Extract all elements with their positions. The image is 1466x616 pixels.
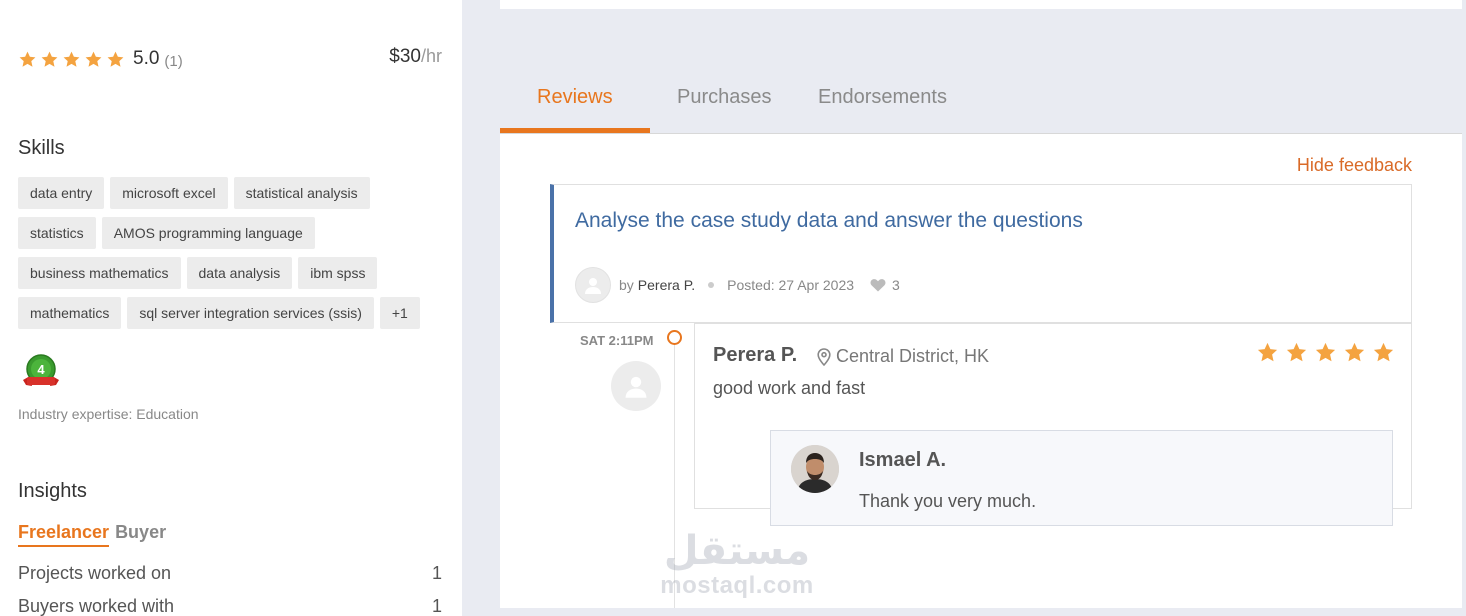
- skill-tag[interactable]: business mathematics: [18, 257, 181, 289]
- location-text: Central District, HK: [836, 346, 990, 366]
- skills-heading: Skills: [18, 137, 65, 159]
- skill-tag[interactable]: mathematics: [18, 297, 122, 329]
- avatar[interactable]: [575, 267, 611, 303]
- skills-list: data entry microsoft excel statistical a…: [18, 177, 438, 329]
- skill-tag[interactable]: statistical analysis: [233, 177, 370, 209]
- watermark-arabic: مستقل: [663, 528, 811, 574]
- top-card: [500, 0, 1462, 9]
- star-icon: [19, 51, 36, 67]
- profile-tabs: Reviews Purchases Endorsements: [500, 70, 1462, 134]
- insight-row: Projects worked on 1: [18, 563, 442, 584]
- tab-freelancer[interactable]: Freelancer: [18, 522, 110, 547]
- reply-text: Thank you very much.: [859, 491, 1037, 511]
- skill-tag[interactable]: sql server integration services (ssis): [127, 297, 374, 329]
- tab-reviews[interactable]: Reviews: [537, 86, 613, 109]
- star-icon: [107, 51, 124, 67]
- star-icon: [41, 51, 58, 67]
- watermark-latin: mostaql.com: [660, 572, 814, 599]
- profile-sidebar: 5.0 (1) $30/hr Skills data entry microso…: [0, 0, 462, 616]
- watermark-logo: مستقل mostaql.com: [652, 530, 822, 604]
- hourly-rate: $30/hr: [389, 46, 442, 68]
- posted-date: Posted: 27 Apr 2023: [727, 277, 855, 293]
- tab-endorsements[interactable]: Endorsements: [818, 86, 947, 109]
- badge-number: 4: [37, 362, 45, 377]
- heart-icon[interactable]: [870, 278, 886, 292]
- star-icon: [1286, 342, 1307, 362]
- star-icon: [1257, 342, 1278, 362]
- user-photo-icon: [791, 445, 839, 493]
- reviewer-name[interactable]: Perera P.: [713, 344, 797, 367]
- skill-tag[interactable]: AMOS programming language: [101, 217, 315, 249]
- like-count: 3: [892, 277, 900, 293]
- insight-row: Buyers worked with 1: [18, 596, 442, 616]
- location-pin-icon: [817, 347, 831, 366]
- skill-tag[interactable]: data entry: [18, 177, 105, 209]
- separator-dot: [708, 282, 715, 288]
- insight-tabs: Freelancer Buyer: [18, 522, 166, 547]
- project-card: Analyse the case study data and answer t…: [550, 184, 1412, 323]
- project-title-link[interactable]: Analyse the case study data and answer t…: [575, 209, 1083, 233]
- skill-tag[interactable]: ibm spss: [298, 257, 378, 289]
- rate-unit: /hr: [420, 46, 442, 66]
- active-tab-indicator: [500, 128, 650, 133]
- tab-purchases[interactable]: Purchases: [677, 86, 772, 109]
- review-stars: [1256, 341, 1395, 364]
- industry-expertise: Industry expertise: Education: [18, 406, 199, 422]
- avatar[interactable]: [791, 445, 839, 493]
- by-prefix: by: [619, 277, 634, 293]
- rating-stars: [18, 50, 125, 69]
- more-skills-button[interactable]: +1: [379, 297, 420, 329]
- review-time: SAT 2:11PM: [580, 333, 654, 348]
- project-meta: by Perera P. Posted: 27 Apr 2023 3: [575, 267, 900, 303]
- skill-tag[interactable]: statistics: [18, 217, 96, 249]
- skill-tag[interactable]: data analysis: [186, 257, 293, 289]
- star-icon: [1373, 342, 1394, 362]
- tab-buyer[interactable]: Buyer: [115, 522, 166, 547]
- review-text: good work and fast: [713, 378, 866, 398]
- user-icon: [625, 376, 647, 398]
- rating-value: 5.0: [133, 48, 160, 69]
- reply-card: Ismael A. Thank you very much.: [770, 430, 1393, 526]
- user-icon: [585, 278, 601, 294]
- star-icon: [1344, 342, 1365, 362]
- skill-tag[interactable]: microsoft excel: [110, 177, 228, 209]
- reviewer-avatar[interactable]: [611, 361, 661, 411]
- reply-author[interactable]: Ismael A.: [859, 449, 946, 472]
- reviewer-location: Central District, HK: [817, 346, 989, 367]
- star-icon: [1315, 342, 1336, 362]
- insight-value: 1: [431, 596, 442, 616]
- author-link[interactable]: Perera P.: [638, 277, 695, 293]
- award-badge-icon: 4: [23, 354, 59, 386]
- reviews-panel: Hide feedback Analyse the case study dat…: [500, 134, 1462, 608]
- star-icon: [63, 51, 80, 67]
- hide-feedback-link[interactable]: Hide feedback: [1297, 155, 1412, 176]
- rate-amount: $30: [389, 46, 421, 67]
- insight-label: Projects worked on: [18, 563, 172, 583]
- insight-label: Buyers worked with: [18, 596, 175, 616]
- rating-count: (1): [164, 52, 183, 70]
- insights-heading: Insights: [18, 480, 87, 502]
- timeline-dot: [667, 330, 682, 345]
- star-icon: [85, 51, 102, 67]
- rating-row: 5.0 (1) $30/hr: [18, 46, 442, 72]
- insight-value: 1: [431, 563, 442, 583]
